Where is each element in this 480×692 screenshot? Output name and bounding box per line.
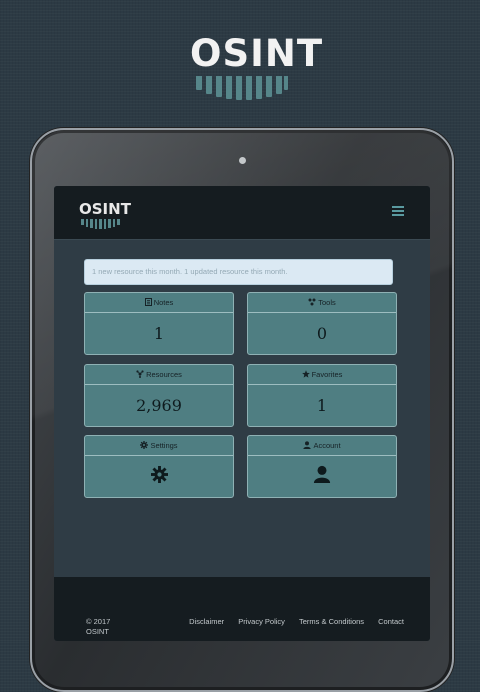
footer-link-contact[interactable]: Contact	[378, 617, 404, 626]
copyright-year: © 2017	[86, 617, 111, 626]
navbar-logo-text: OSINT	[79, 200, 131, 218]
logo-bars-graphic	[196, 76, 288, 102]
settings-card[interactable]: Settings	[84, 435, 234, 498]
favorites-card-label: Favorites	[311, 370, 343, 379]
footer-link-privacy-policy[interactable]: Privacy Policy	[238, 617, 285, 626]
notes-card-label: Notes	[153, 298, 174, 307]
settings-card-label: Settings	[150, 441, 178, 450]
footer-link-disclaimer[interactable]: Disclaimer	[189, 617, 224, 626]
gear-small-icon	[140, 437, 149, 456]
tools-card[interactable]: Tools 0	[247, 292, 397, 355]
tools-card-label: Tools	[318, 298, 336, 307]
copyright-name: OSINT	[86, 627, 109, 636]
tools-card-value: 0	[316, 324, 328, 343]
account-card[interactable]: Account	[247, 435, 397, 498]
resources-icon	[136, 366, 144, 385]
resources-card[interactable]: Resources 2,969	[84, 364, 234, 427]
user-icon	[313, 457, 331, 497]
navbar: OSINT	[54, 186, 430, 240]
account-card-label: Account	[313, 441, 341, 450]
gear-icon	[150, 457, 168, 497]
star-icon	[301, 366, 310, 385]
footer-links: Disclaimer Privacy Policy Terms & Condit…	[177, 617, 404, 627]
user-small-icon	[303, 437, 312, 456]
footer-copyright: © 2017 OSINT	[86, 617, 110, 637]
hamburger-menu-icon[interactable]	[392, 206, 404, 216]
notebook-icon	[144, 294, 152, 313]
resources-card-label: Resources	[146, 370, 182, 379]
navbar-logo-bars	[81, 219, 121, 229]
osint-promo-logo: OSINT	[190, 32, 324, 104]
resources-card-value: 2,969	[136, 396, 182, 415]
navbar-logo[interactable]: OSINT	[79, 200, 131, 231]
footer-link-terms[interactable]: Terms & Conditions	[299, 617, 364, 626]
notes-card-value: 1	[153, 324, 165, 343]
notes-card[interactable]: Notes 1	[84, 292, 234, 355]
camera-dot	[239, 157, 246, 164]
app-screen: OSINT 1 new resource this month. 1 updat…	[54, 186, 430, 641]
favorites-card[interactable]: Favorites 1	[247, 364, 397, 427]
tools-dots-icon	[308, 294, 316, 313]
logo-text: OSINT	[190, 32, 324, 75]
favorites-card-value: 1	[316, 396, 328, 415]
alert-banner: 1 new resource this month. 1 updated res…	[84, 259, 393, 285]
footer: © 2017 OSINT Disclaimer Privacy Policy T…	[54, 577, 430, 641]
